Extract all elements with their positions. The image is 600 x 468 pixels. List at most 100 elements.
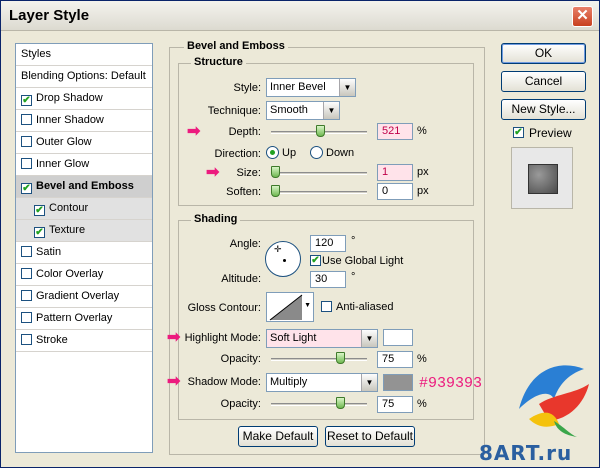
styles-list-item-label: Texture [49,224,86,236]
highlight-opacity-input[interactable]: 75 [377,351,413,368]
shadow-opacity-input[interactable]: 75 [377,396,413,413]
chevron-down-icon: ▼ [361,374,377,391]
close-icon: ✕ [576,7,589,24]
styles-list-item[interactable]: Styles [16,44,152,66]
altitude-unit: ° [351,271,356,283]
styles-list: Styles Blending Options: Default ✔ Drop Sha… [15,43,153,453]
gloss-contour-picker[interactable]: ▼ [266,292,314,322]
styles-list-item-label: Inner Glow [36,158,90,170]
style-checkbox[interactable] [21,114,32,125]
shadow-mode-select[interactable]: Multiply ▼ [266,373,378,392]
window-title: Layer Style [9,7,90,24]
use-global-light-checkbox[interactable]: ✔ [310,255,321,266]
style-checkbox[interactable]: ✔ [34,227,45,238]
styles-list-item[interactable]: Inner Glow [16,154,152,176]
depth-slider-thumb[interactable] [316,125,326,137]
soften-slider-track[interactable] [271,191,367,194]
style-checkbox[interactable] [21,246,32,257]
styles-list-item[interactable]: Blending Options: Default [16,66,152,88]
shadow-opacity-thumb[interactable] [336,397,346,409]
cancel-button[interactable]: Cancel [501,71,586,92]
style-checkbox[interactable]: ✔ [34,205,45,216]
styles-list-item-label: Gradient Overlay [36,290,120,302]
styles-list-item-label: Outer Glow [36,136,92,148]
style-checkbox[interactable] [21,290,32,301]
contour-preview-icon [269,294,303,321]
size-slider-thumb[interactable] [271,166,280,178]
size-input[interactable]: 1 [377,164,413,181]
style-checkbox[interactable] [21,268,32,279]
styles-list-item[interactable]: Outer Glow [16,132,152,154]
shadow-opacity-label: Opacity: [220,398,261,410]
soften-slider-thumb[interactable] [271,185,280,197]
styles-list-item[interactable]: Stroke [16,330,152,352]
angle-label: Angle: [229,238,261,250]
anti-aliased-label: Anti-aliased [336,301,394,313]
shadow-mode-value: Multiply [270,376,308,388]
technique-label: Technique: [207,105,261,117]
technique-select-value: Smooth [270,104,308,116]
styles-list-item-label: Stroke [36,334,68,346]
highlight-opacity-track[interactable] [271,358,367,361]
styles-list-item[interactable]: Pattern Overlay [16,308,152,330]
depth-unit: % [417,125,427,137]
new-style-button[interactable]: New Style... [501,99,586,120]
arrow-marker-icon: ➡ [167,373,181,390]
depth-input[interactable]: 521 [377,123,413,140]
direction-down-label: Down [326,147,355,159]
anti-aliased-checkbox[interactable] [321,301,332,312]
reset-to-default-button[interactable]: Reset to Default [325,426,415,447]
size-label: Size: [236,167,261,179]
styles-list-item[interactable]: Inner Shadow [16,110,152,132]
shading-title: Shading [191,213,241,225]
shadow-color-swatch[interactable] [383,374,413,391]
style-checkbox[interactable]: ✔ [21,95,32,106]
styles-list-item-label: Inner Shadow [36,114,104,126]
style-select[interactable]: Inner Bevel ▼ [266,78,356,97]
styles-list-item[interactable]: Satin [16,242,152,264]
styles-list-item[interactable]: ✔ Drop Shadow [16,88,152,110]
styles-list-item-label: Color Overlay [36,268,104,280]
size-slider-track[interactable] [271,172,367,175]
ok-button[interactable]: OK [501,43,586,64]
style-select-value: Inner Bevel [270,81,326,93]
technique-select[interactable]: Smooth ▼ [266,101,340,120]
highlight-color-swatch[interactable] [383,329,413,346]
styles-list-item[interactable]: Gradient Overlay [16,286,152,308]
layer-style-dialog: Layer Style ✕ Styles Blending Options: De… [0,0,600,468]
soften-input[interactable]: 0 [377,183,413,200]
shadow-opacity-track[interactable] [271,403,367,406]
styles-list-item-label: Styles [21,48,51,60]
angle-input[interactable]: 120 [310,235,346,252]
preview-checkbox[interactable]: ✔ [513,127,524,138]
site-watermark: 8ART.ru [479,441,573,465]
style-checkbox[interactable] [21,158,32,169]
direction-down-radio[interactable] [310,146,323,159]
preview-label: Preview [529,126,572,140]
styles-list-item[interactable]: ✔ Contour [16,198,152,220]
style-checkbox[interactable] [21,136,32,147]
soften-unit: px [417,185,429,197]
shadow-mode-label: Shadow Mode: [187,376,261,388]
style-checkbox[interactable]: ✔ [21,183,32,194]
arrow-marker-icon: ➡ [167,329,181,346]
highlight-opacity-thumb[interactable] [336,352,346,364]
depth-label: Depth: [228,126,261,138]
highlight-mode-select[interactable]: Soft Light ▼ [266,329,378,348]
styles-list-item[interactable]: ✔ Texture [16,220,152,242]
style-checkbox[interactable] [21,312,32,323]
highlight-mode-value: Soft Light [270,332,317,344]
angle-unit: ° [351,235,356,247]
make-default-button[interactable]: Make Default [238,426,318,447]
direction-up-radio[interactable] [266,146,279,159]
style-checkbox[interactable] [21,334,32,345]
angle-dial[interactable]: ✛ [265,241,301,277]
chevron-down-icon: ▼ [304,302,311,309]
styles-list-item[interactable]: ✔ Bevel and Emboss [16,176,152,198]
styles-list-item-label: Contour [49,202,89,214]
crosshair-icon: ✛ [274,244,282,254]
bevel-emboss-title: Bevel and Emboss [184,40,288,52]
altitude-input[interactable]: 30 [310,271,346,288]
styles-list-item[interactable]: Color Overlay [16,264,152,286]
close-button[interactable]: ✕ [572,6,593,27]
